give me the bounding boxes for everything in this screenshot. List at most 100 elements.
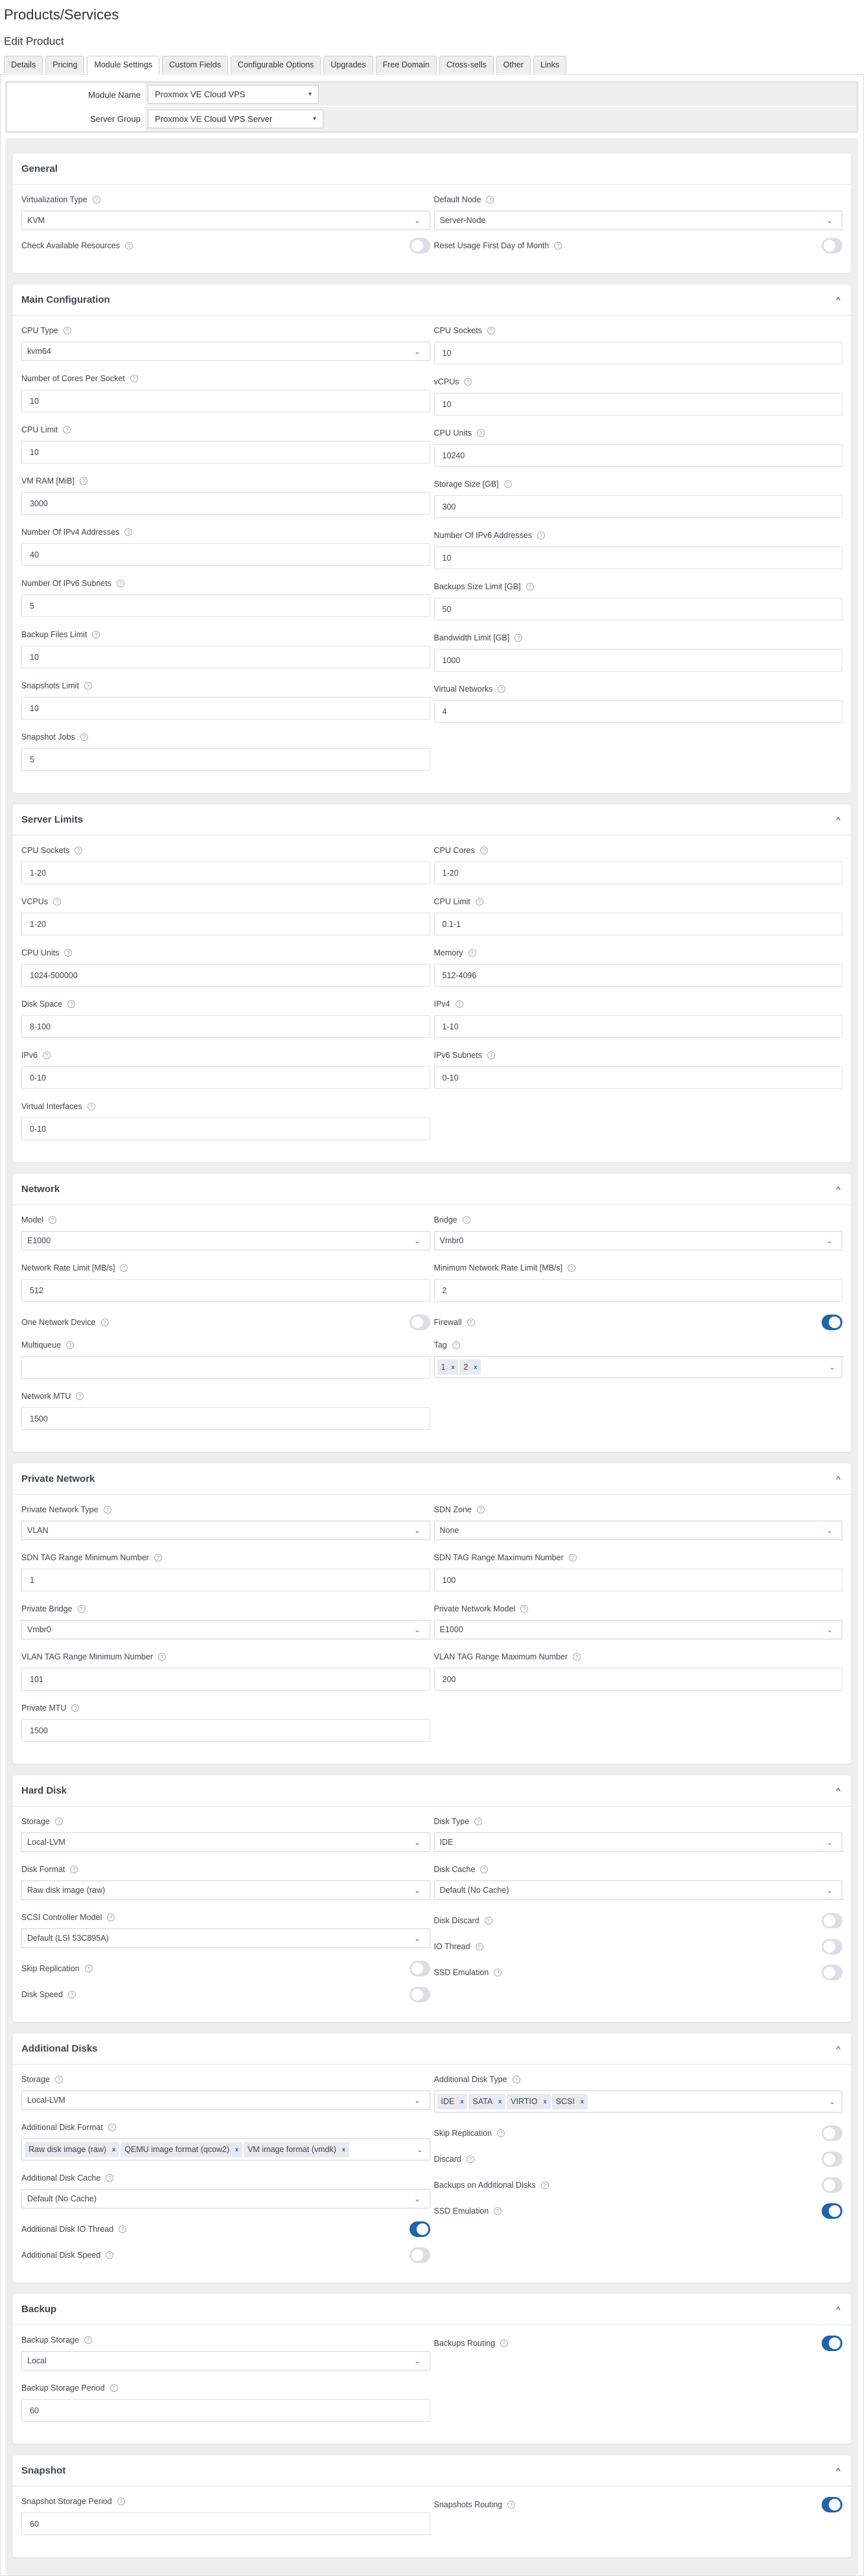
limit-cpu-cores-input[interactable]: 1-20 bbox=[434, 861, 842, 884]
snapshot-jobs-input[interactable]: 5 bbox=[21, 748, 430, 771]
network-rate-limit-input[interactable]: 512 bbox=[21, 1279, 430, 1302]
firewall-toggle[interactable] bbox=[822, 1315, 842, 1330]
server-group-select[interactable]: Proxmox VE Cloud VPS Server ▾ bbox=[148, 110, 323, 128]
private-network-type-select[interactable]: VLAN ⌄ bbox=[21, 1521, 430, 1540]
backup-files-limit-input[interactable]: 10 bbox=[21, 646, 430, 668]
additional-skip-replication-toggle[interactable] bbox=[822, 2125, 842, 2141]
help-icon[interactable]: ? bbox=[77, 1605, 86, 1613]
ipv6-subnets-input[interactable]: 5 bbox=[21, 594, 430, 617]
tab-upgrades[interactable]: Upgrades bbox=[323, 56, 373, 73]
help-icon[interactable]: ? bbox=[487, 1051, 495, 1059]
help-icon[interactable]: ? bbox=[124, 528, 133, 536]
remove-icon[interactable]: x bbox=[451, 1364, 454, 1370]
chevron-up-icon[interactable]: ^ bbox=[836, 2044, 840, 2054]
help-icon[interactable]: ? bbox=[568, 1554, 577, 1562]
chevron-up-icon[interactable]: ^ bbox=[836, 295, 840, 305]
sdn-tag-max-input[interactable]: 100 bbox=[434, 1569, 842, 1591]
vlan-tag-min-input[interactable]: 101 bbox=[21, 1668, 430, 1691]
help-icon[interactable]: ? bbox=[103, 1506, 111, 1514]
help-icon[interactable]: ? bbox=[43, 1051, 51, 1059]
help-icon[interactable]: ? bbox=[84, 2336, 92, 2344]
help-icon[interactable]: ? bbox=[462, 1216, 470, 1224]
help-icon[interactable]: ? bbox=[80, 733, 88, 741]
limit-vcpus-input[interactable]: 1-20 bbox=[21, 913, 430, 935]
help-icon[interactable]: ? bbox=[107, 1914, 115, 1921]
additional-io-thread-toggle[interactable] bbox=[409, 2221, 430, 2237]
help-icon[interactable]: ? bbox=[497, 2129, 505, 2137]
help-icon[interactable]: ? bbox=[474, 1818, 483, 1825]
backup-storage-period-input[interactable]: 60 bbox=[21, 2399, 430, 2422]
help-icon[interactable]: ? bbox=[75, 847, 83, 854]
cores-per-socket-input[interactable]: 10 bbox=[21, 390, 430, 412]
reset-usage-toggle[interactable] bbox=[822, 238, 842, 253]
remove-icon[interactable]: x bbox=[342, 2146, 345, 2153]
chevron-up-icon[interactable]: ^ bbox=[836, 1786, 840, 1796]
help-icon[interactable]: ? bbox=[540, 2181, 549, 2189]
help-icon[interactable]: ? bbox=[526, 583, 534, 591]
backup-storage-select[interactable]: Local ⌄ bbox=[21, 2351, 430, 2371]
chevron-up-icon[interactable]: ^ bbox=[836, 815, 840, 825]
network-model-select[interactable]: E1000 ⌄ bbox=[21, 1231, 430, 1250]
help-icon[interactable]: ? bbox=[52, 898, 61, 906]
help-icon[interactable]: ? bbox=[537, 532, 545, 539]
help-icon[interactable]: ? bbox=[484, 1917, 492, 1925]
disk-discard-toggle[interactable] bbox=[822, 1913, 842, 1928]
additional-storage-select[interactable]: Local-LVM ⌄ bbox=[21, 2090, 430, 2110]
help-icon[interactable]: ? bbox=[106, 2251, 114, 2259]
tab-free-domain[interactable]: Free Domain bbox=[375, 56, 437, 73]
disk-speed-toggle[interactable] bbox=[409, 1987, 430, 2002]
help-icon[interactable]: ? bbox=[63, 426, 71, 434]
additional-disk-speed-toggle[interactable] bbox=[409, 2247, 430, 2263]
help-icon[interactable]: ? bbox=[503, 480, 512, 488]
help-icon[interactable]: ? bbox=[494, 2207, 502, 2215]
remove-icon[interactable]: x bbox=[235, 2146, 238, 2153]
help-icon[interactable]: ? bbox=[554, 242, 562, 250]
additional-disk-format-multiselect[interactable]: Raw disk image (raw) x QEMU image format … bbox=[21, 2138, 430, 2160]
help-icon[interactable]: ? bbox=[500, 2339, 509, 2347]
limit-cpu-limit-input[interactable]: 0.1-1 bbox=[434, 913, 842, 935]
help-icon[interactable]: ? bbox=[120, 1264, 128, 1272]
tag-multiselect[interactable]: 1x 2x ⌄ bbox=[434, 1356, 842, 1378]
io-thread-toggle[interactable] bbox=[822, 1939, 842, 1954]
help-icon[interactable]: ? bbox=[452, 1341, 460, 1349]
additional-discard-toggle[interactable] bbox=[822, 2151, 842, 2167]
help-icon[interactable]: ? bbox=[71, 1704, 80, 1712]
help-icon[interactable]: ? bbox=[67, 1000, 76, 1008]
help-icon[interactable]: ? bbox=[92, 196, 100, 204]
disk-type-select[interactable]: IDE ⌄ bbox=[434, 1832, 842, 1852]
help-icon[interactable]: ? bbox=[487, 327, 495, 334]
tab-other[interactable]: Other bbox=[496, 56, 531, 73]
help-icon[interactable]: ? bbox=[507, 2501, 516, 2509]
help-icon[interactable]: ? bbox=[100, 1318, 109, 1326]
limit-ipv6-input[interactable]: 0-10 bbox=[21, 1066, 430, 1089]
help-icon[interactable]: ? bbox=[117, 2498, 125, 2505]
snapshots-limit-input[interactable]: 10 bbox=[21, 697, 430, 720]
vm-ram-input[interactable]: 3000 bbox=[21, 492, 430, 515]
module-name-select[interactable]: Proxmox VE Cloud VPS ▾ bbox=[148, 85, 319, 104]
chevron-up-icon[interactable]: ^ bbox=[836, 2466, 840, 2476]
help-icon[interactable]: ? bbox=[49, 1216, 57, 1224]
help-icon[interactable]: ? bbox=[63, 327, 71, 334]
tab-module-settings[interactable]: Module Settings bbox=[87, 56, 160, 75]
private-mtu-input[interactable]: 1500 bbox=[21, 1719, 430, 1742]
vcpus-input[interactable]: 10 bbox=[434, 393, 842, 416]
tab-cross-sells[interactable]: Cross-sells bbox=[439, 56, 494, 73]
help-icon[interactable]: ? bbox=[498, 685, 506, 693]
help-icon[interactable]: ? bbox=[573, 1653, 581, 1661]
min-network-rate-limit-input[interactable]: 2 bbox=[434, 1279, 842, 1302]
network-mtu-input[interactable]: 1500 bbox=[21, 1407, 430, 1430]
help-icon[interactable]: ? bbox=[108, 2124, 116, 2131]
help-icon[interactable]: ? bbox=[54, 2076, 63, 2083]
one-network-device-toggle[interactable] bbox=[409, 1315, 430, 1330]
help-icon[interactable]: ? bbox=[468, 949, 476, 957]
limit-ipv4-input[interactable]: 1-10 bbox=[434, 1015, 842, 1038]
default-node-select[interactable]: Server-Node ⌄ bbox=[434, 211, 842, 230]
limit-disk-space-input[interactable]: 8-100 bbox=[21, 1015, 430, 1038]
tab-details[interactable]: Details bbox=[4, 56, 43, 73]
help-icon[interactable]: ? bbox=[476, 1506, 485, 1514]
multiqueue-input[interactable] bbox=[21, 1356, 430, 1379]
tab-pricing[interactable]: Pricing bbox=[45, 56, 85, 73]
help-icon[interactable]: ? bbox=[475, 898, 483, 906]
help-icon[interactable]: ? bbox=[84, 682, 92, 690]
chevron-up-icon[interactable]: ^ bbox=[836, 2304, 840, 2315]
